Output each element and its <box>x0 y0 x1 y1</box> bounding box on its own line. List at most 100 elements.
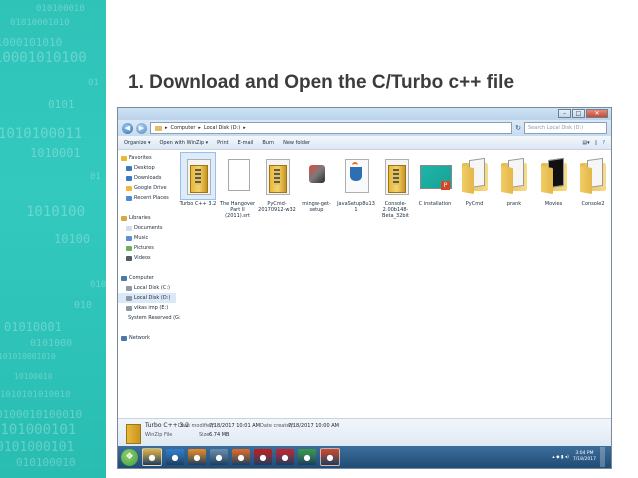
preview-pane-icon[interactable]: ▯ <box>595 140 598 146</box>
folder-icon <box>576 153 610 199</box>
nav-item-label: Desktop <box>134 165 155 171</box>
breadcrumb-computer[interactable]: Computer <box>171 123 196 133</box>
nav-item[interactable]: Desktop <box>118 163 176 173</box>
tray-icons[interactable]: ▴ ◆ ▮ ◂) <box>552 455 569 460</box>
breadcrumb-local-disk[interactable]: Local Disk (D:) <box>204 123 240 133</box>
toolbar-item[interactable]: Print <box>217 140 229 146</box>
address-row: ◀ ▶ ▸ Computer ▸ Local Disk (D:) ▸ ↻ Sea… <box>118 120 611 136</box>
nav-item[interactable]: Local Disk (C:) <box>118 283 176 293</box>
presentation-icon: P <box>418 153 452 199</box>
file-item[interactable]: PyCmd-20170912-w32 <box>257 153 297 213</box>
binary-text: 0101000101 <box>0 422 77 438</box>
file-item[interactable]: mingw-get-setup <box>297 153 337 213</box>
nav-item-label: Computer <box>129 275 154 281</box>
nav-item[interactable]: Computer <box>118 273 176 283</box>
file-item[interactable]: prank <box>494 153 534 207</box>
nav-item-label: Recent Places <box>134 195 169 201</box>
minimize-button[interactable]: – <box>558 109 571 118</box>
nav-item-label: Videos <box>134 255 151 261</box>
nav-item-label: vikas imp (E:) <box>134 305 169 311</box>
folder-icon <box>537 153 571 199</box>
folder-icon <box>155 125 162 131</box>
opera-icon[interactable]: ● <box>276 449 294 465</box>
file-item[interactable]: Console-2.00b148-Beta_32bit <box>376 153 416 219</box>
nav-item[interactable]: System Reserved (G: <box>118 313 181 323</box>
clock-date[interactable]: 7/18/2017 <box>573 457 596 463</box>
file-item[interactable]: JavaSetup8u131 <box>336 153 376 213</box>
folder-icon <box>458 153 492 199</box>
nav-item[interactable]: Network <box>118 333 176 343</box>
nav-item[interactable]: Recent Places <box>118 193 176 203</box>
close-button[interactable]: ✕ <box>586 109 608 118</box>
file-item[interactable]: PyCmd <box>455 153 495 207</box>
java-icon <box>339 153 373 199</box>
address-bar[interactable]: ▸ Computer ▸ Local Disk (D:) ▸ <box>150 122 513 134</box>
refresh-icon[interactable]: ↻ <box>515 124 521 132</box>
forward-button[interactable]: ▶ <box>136 122 147 134</box>
binary-text: 0101 <box>48 98 75 111</box>
binary-text: 010100010 <box>36 4 85 14</box>
back-button[interactable]: ◀ <box>122 122 133 134</box>
toolbar-item[interactable]: Burn <box>262 140 274 146</box>
chrome-icon[interactable]: ● <box>298 449 316 465</box>
recent-places-icon <box>126 195 132 201</box>
nav-item[interactable]: Pictures <box>118 243 176 253</box>
file-name: The Hangover Part II (2011).srt <box>219 201 256 219</box>
star-icon <box>121 155 127 161</box>
setup-icon <box>300 153 334 199</box>
toolbar-item[interactable]: Open with WinZip ▾ <box>160 140 209 146</box>
binary-text: 010100010 <box>16 456 76 469</box>
toolbar-item[interactable]: Organize ▾ <box>124 140 151 146</box>
ie-icon[interactable]: ● <box>166 449 184 465</box>
media-player-icon[interactable]: ● <box>188 449 206 465</box>
nav-item[interactable]: Music <box>118 233 176 243</box>
music-icon <box>126 235 132 241</box>
binary-text: 0100010100010 <box>0 408 83 421</box>
binary-text: 1010001 <box>30 146 81 160</box>
firefox-icon[interactable]: ● <box>232 449 250 465</box>
file-item[interactable]: The Hangover Part II (2011).srt <box>218 153 258 219</box>
details-size: 6.74 MB <box>209 432 230 438</box>
slide-heading: 1. Download and Open the C/Turbo c++ fil… <box>128 72 515 93</box>
acrobat-icon[interactable]: ● <box>254 449 272 465</box>
nav-item[interactable]: Documents <box>118 223 176 233</box>
file-name: Turbo C++ 3.2 <box>179 201 217 207</box>
help-icon[interactable]: ? <box>602 140 605 146</box>
view-options-icon[interactable]: ▤▾ <box>582 140 589 146</box>
maximize-button[interactable]: □ <box>572 109 585 118</box>
nav-item-label: Favorites <box>129 155 152 161</box>
network-connect-icon[interactable]: ● <box>210 449 228 465</box>
file-item[interactable]: Movies <box>534 153 574 207</box>
window-titlebar: – □ ✕ <box>118 108 611 120</box>
nav-item[interactable]: Local Disk (D:) <box>118 293 176 303</box>
file-name: Console-2.00b148-Beta_32bit <box>382 201 409 219</box>
command-toolbar: Organize ▾ Open with WinZip ▾ Print E-mail B… <box>118 136 611 150</box>
taskbar: ❖ ● ● ● ● ● ● ● ● ● ▴ ◆ ▮ ◂) 3:04 PM 7/18/2017 <box>118 446 611 468</box>
pictures-icon <box>126 245 132 251</box>
desktop-icon <box>126 165 132 171</box>
explorer-icon[interactable]: ● <box>142 448 162 466</box>
search-input[interactable]: Search Local Disk (D:) <box>524 122 607 134</box>
nav-item[interactable]: Favorites <box>118 153 176 163</box>
nav-item-label: System Reserved (G: <box>128 315 181 321</box>
details-created: 7/18/2017 10:00 AM <box>288 423 339 429</box>
start-orb-icon[interactable]: ❖ <box>121 448 138 466</box>
toolbar-item[interactable]: E-mail <box>238 140 254 146</box>
nav-item-label: Music <box>134 235 149 241</box>
show-desktop-button[interactable] <box>600 447 605 467</box>
nav-item[interactable]: Libraries <box>118 213 176 223</box>
file-list: Turbo C++ 3.2 The Hangover Part II (2011)… <box>176 149 611 418</box>
file-item[interactable]: P C installation <box>415 153 455 207</box>
nav-item[interactable]: Google Drive <box>118 183 176 193</box>
nav-item[interactable]: vikas imp (E:) <box>118 303 176 313</box>
powerpoint-icon[interactable]: ● <box>320 448 340 466</box>
details-type: WinZip File <box>145 432 173 438</box>
nav-item-label: Pictures <box>134 245 154 251</box>
breadcrumb-separator: ▸ <box>165 125 168 131</box>
toolbar-item[interactable]: New folder <box>283 140 310 146</box>
file-item[interactable]: Console2 <box>573 153 613 207</box>
nav-item[interactable]: Videos <box>118 253 176 263</box>
file-item[interactable]: Turbo C++ 3.2 <box>178 152 218 207</box>
binary-text: 01 <box>90 172 101 182</box>
nav-item[interactable]: Downloads <box>118 173 176 183</box>
